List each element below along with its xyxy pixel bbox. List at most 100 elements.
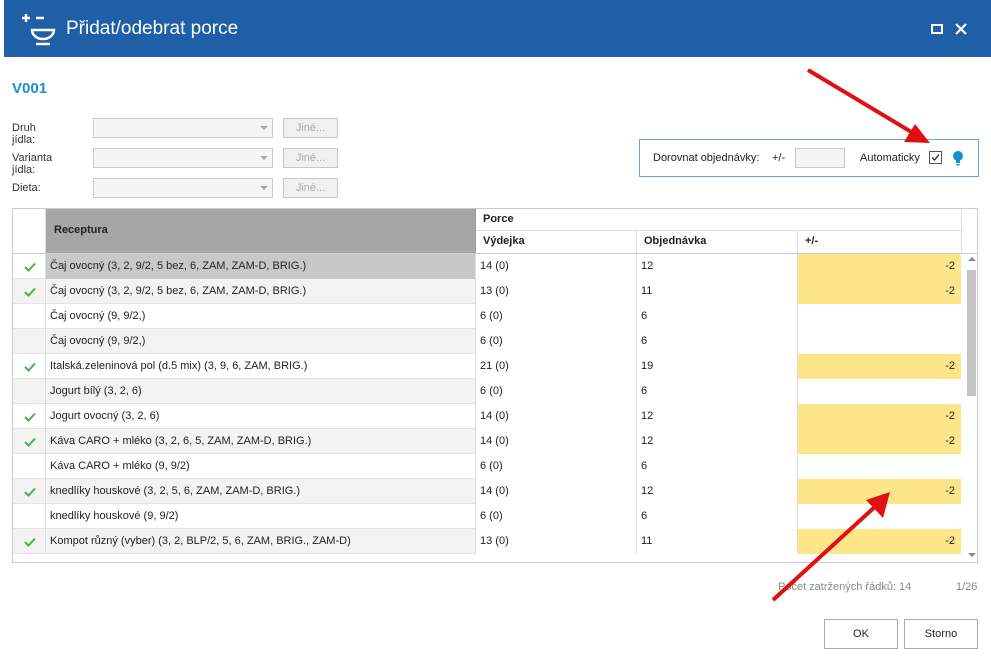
plus-minus-cell[interactable] (798, 379, 961, 404)
dorovnat-label: Dorovnat objednávky: (653, 152, 760, 164)
portions-grid: Receptura Porce Výdejka Objednávka +/- Č… (12, 208, 978, 563)
plus-minus-cell[interactable]: -2 (798, 479, 961, 504)
lightbulb-icon[interactable] (952, 150, 964, 166)
table-row[interactable]: Čaj ovocný (3, 2, 9/2, 5 bez, 6, ZAM, ZA… (13, 254, 961, 279)
plus-minus-cell[interactable] (798, 454, 961, 479)
vertical-scrollbar[interactable] (965, 254, 977, 562)
objednavka-cell: 12 (637, 479, 798, 504)
objednavka-cell: 11 (637, 529, 798, 554)
header-receptura[interactable]: Receptura (46, 209, 476, 253)
table-row[interactable]: Čaj ovocný (9, 9/2,) 6 (0) 6 (13, 329, 961, 354)
varianta-jidla-other-button[interactable]: Jiné... (283, 148, 338, 168)
vydejka-cell: 6 (0) (476, 454, 637, 479)
checkmark-icon (24, 287, 36, 297)
checked-rows-count: Počet zatržených řádků: 14 (778, 581, 912, 593)
automaticky-checkbox[interactable] (929, 151, 942, 164)
receptura-cell: Jogurt ovocný (3, 2, 6) (46, 404, 476, 429)
row-check-cell[interactable] (13, 304, 46, 329)
objednavka-cell: 6 (637, 329, 798, 354)
storno-button[interactable]: Storno (904, 619, 978, 649)
plus-minus-cell[interactable] (798, 329, 961, 354)
table-row[interactable]: Jogurt ovocný (3, 2, 6) 14 (0) 12 -2 (13, 404, 961, 429)
receptura-cell: Čaj ovocný (3, 2, 9/2, 5 bez, 6, ZAM, ZA… (46, 279, 476, 304)
filter-label: Varianta jídla: (12, 152, 53, 176)
receptura-cell: Čaj ovocný (9, 9/2,) (46, 304, 476, 329)
table-row[interactable]: Italská.zeleninová pol (d.5 mix) (3, 9, … (13, 354, 961, 379)
table-row[interactable]: Káva CARO + mléko (9, 9/2) 6 (0) 6 (13, 454, 961, 479)
table-row[interactable]: knedlíky houskové (3, 2, 5, 6, ZAM, ZAM-… (13, 479, 961, 504)
plus-minus-cell[interactable]: -2 (798, 404, 961, 429)
table-row[interactable]: Čaj ovocný (3, 2, 9/2, 5 bez, 6, ZAM, ZA… (13, 279, 961, 304)
maximize-icon[interactable] (928, 20, 946, 38)
vydejka-cell: 14 (0) (476, 254, 637, 279)
row-check-cell[interactable] (13, 254, 46, 279)
row-check-cell[interactable] (13, 354, 46, 379)
plus-minus-cell[interactable]: -2 (798, 429, 961, 454)
ok-button[interactable]: OK (824, 619, 898, 649)
dieta-select[interactable] (93, 178, 273, 198)
checkmark-icon (24, 262, 36, 272)
header-vydejka[interactable]: Výdejka (476, 231, 637, 253)
checkmark-icon (24, 487, 36, 497)
close-icon[interactable] (952, 20, 970, 38)
dorovnat-panel: Dorovnat objednávky: +/- Automaticky (639, 139, 979, 177)
dorovnat-input[interactable] (795, 148, 845, 168)
vydejka-cell: 6 (0) (476, 329, 637, 354)
plus-minus-cell[interactable]: -2 (798, 254, 961, 279)
receptura-cell: Káva CARO + mléko (3, 2, 6, 5, ZAM, ZAM-… (46, 429, 476, 454)
objednavka-cell: 6 (637, 304, 798, 329)
table-row[interactable]: knedlíky houskové (9, 9/2) 6 (0) 6 (13, 504, 961, 529)
vydejka-cell: 6 (0) (476, 304, 637, 329)
annotation-arrow-top (806, 68, 930, 143)
plus-minus-cell[interactable]: -2 (798, 279, 961, 304)
druh-jidla-select[interactable] (93, 118, 273, 138)
header-plus-minus[interactable]: +/- (798, 231, 961, 253)
plus-minus-cell[interactable] (798, 304, 961, 329)
scroll-up-icon[interactable] (968, 257, 976, 261)
checkmark-icon (24, 362, 36, 372)
row-check-cell[interactable] (13, 404, 46, 429)
row-check-cell[interactable] (13, 529, 46, 554)
table-row[interactable]: Káva CARO + mléko (3, 2, 6, 5, ZAM, ZAM-… (13, 429, 961, 454)
dorovnat-pm-label: +/- (772, 152, 786, 164)
receptura-cell: Italská.zeleninová pol (d.5 mix) (3, 9, … (46, 354, 476, 379)
vydejka-cell: 13 (0) (476, 279, 637, 304)
plus-minus-cell[interactable]: -2 (798, 354, 961, 379)
receptura-cell: knedlíky houskové (3, 2, 5, 6, ZAM, ZAM-… (46, 479, 476, 504)
vydejka-cell: 14 (0) (476, 404, 637, 429)
title-bar: Přidat/odebrat porce (4, 0, 991, 57)
dieta-other-button[interactable]: Jiné... (283, 178, 338, 198)
objednavka-cell: 6 (637, 504, 798, 529)
page-indicator: 1/26 (956, 581, 978, 593)
row-check-cell[interactable] (13, 504, 46, 529)
chevron-down-icon (260, 186, 268, 190)
plus-minus-cell[interactable]: -2 (798, 529, 961, 554)
header-scroll-spacer (961, 209, 977, 253)
table-row[interactable]: Jogurt bílý (3, 2, 6) 6 (0) 6 (13, 379, 961, 404)
receptura-cell: knedlíky houskové (9, 9/2) (46, 504, 476, 529)
scroll-down-icon[interactable] (968, 553, 976, 557)
table-row[interactable]: Kompot různý (vyber) (3, 2, BLP/2, 5, 6,… (13, 529, 961, 554)
row-check-cell[interactable] (13, 379, 46, 404)
checkmark-icon (24, 437, 36, 447)
row-check-cell[interactable] (13, 454, 46, 479)
vydejka-cell: 6 (0) (476, 504, 637, 529)
table-row[interactable]: Čaj ovocný (9, 9/2,) 6 (0) 6 (13, 304, 961, 329)
scroll-thumb[interactable] (967, 270, 976, 396)
checkmark-icon (24, 537, 36, 547)
plus-minus-cell[interactable] (798, 504, 961, 529)
filter-label: Druh jídla: (12, 122, 36, 146)
vydejka-cell: 21 (0) (476, 354, 637, 379)
row-check-cell[interactable] (13, 329, 46, 354)
row-check-cell[interactable] (13, 429, 46, 454)
druh-jidla-other-button[interactable]: Jiné... (283, 118, 338, 138)
header-check-column (13, 209, 46, 253)
row-check-cell[interactable] (13, 279, 46, 304)
chevron-down-icon (260, 156, 268, 160)
varianta-jidla-select[interactable] (93, 148, 273, 168)
receptura-cell: Čaj ovocný (3, 2, 9/2, 5 bez, 6, ZAM, ZA… (46, 254, 476, 279)
portion-add-remove-icon (22, 14, 56, 46)
checkmark-icon (24, 412, 36, 422)
row-check-cell[interactable] (13, 479, 46, 504)
header-objednavka[interactable]: Objednávka (637, 231, 798, 253)
